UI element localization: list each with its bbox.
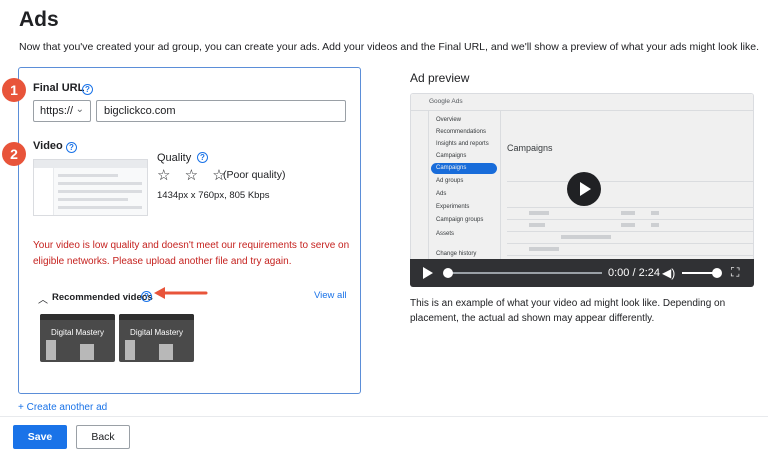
recommended-videos-label[interactable]: Recommended videos — [52, 292, 153, 303]
page-subtitle: Now that you've created your ad group, y… — [19, 41, 759, 53]
final-url-help-icon[interactable]: ? — [82, 84, 93, 95]
view-all-link[interactable]: View all — [314, 290, 347, 301]
chevron-down-icon: ⌄ — [75, 104, 84, 115]
video-controls: 0:00 / 2:24 ◀) ⛶ — [410, 259, 754, 287]
collapse-chevron-icon[interactable]: ︿ — [38, 291, 48, 306]
final-url-label: Final URL — [33, 82, 85, 94]
ad-preview-title: Ad preview — [410, 71, 470, 85]
back-button[interactable]: Back — [76, 425, 130, 449]
seek-bar[interactable] — [446, 272, 602, 274]
recommended-video-caption: Digital Mastery — [51, 328, 104, 337]
play-icon[interactable] — [423, 267, 433, 279]
page-title: Ads — [19, 8, 59, 31]
step-badge-2: 2 — [2, 142, 26, 166]
quality-label: Quality — [157, 152, 192, 164]
volume-handle[interactable] — [712, 268, 722, 278]
recommended-video-caption: Digital Mastery — [130, 328, 183, 337]
quality-help-icon[interactable]: ? — [197, 152, 208, 163]
video-thumbnail[interactable] — [33, 159, 148, 216]
step-badge-1: 1 — [2, 78, 26, 102]
volume-icon[interactable]: ◀) — [662, 266, 675, 280]
fullscreen-icon[interactable]: ⛶ — [731, 265, 739, 280]
quality-value: (Poor quality) — [223, 169, 286, 181]
final-url-input[interactable]: bigclickco.com — [96, 100, 346, 122]
preview-note: This is an example of what your video ad… — [410, 298, 726, 324]
protocol-value: https:// — [40, 105, 74, 117]
play-overlay-icon[interactable] — [567, 172, 601, 206]
video-error-message: Your video is low quality and doesn't me… — [33, 240, 350, 267]
arrow-annotation-icon — [154, 287, 208, 299]
recommended-help-icon[interactable]: ? — [141, 291, 152, 302]
protocol-select[interactable]: https:// ⌄ — [33, 100, 91, 122]
video-help-icon[interactable]: ? — [66, 142, 77, 153]
quality-stars: ☆ ☆ ☆ — [157, 167, 231, 184]
video-specs: 1434px x 760px, 805 Kbps — [157, 190, 270, 201]
recommended-video-2[interactable]: Digital Mastery — [119, 314, 194, 362]
recommended-video-1[interactable]: Digital Mastery — [40, 314, 115, 362]
create-another-ad-link[interactable]: + Create another ad — [18, 402, 107, 413]
save-button[interactable]: Save — [13, 425, 67, 449]
video-time: 0:00 / 2:24 — [608, 267, 660, 279]
video-label: Video — [33, 140, 63, 152]
footer-divider — [0, 416, 768, 417]
seek-handle[interactable] — [443, 268, 453, 278]
